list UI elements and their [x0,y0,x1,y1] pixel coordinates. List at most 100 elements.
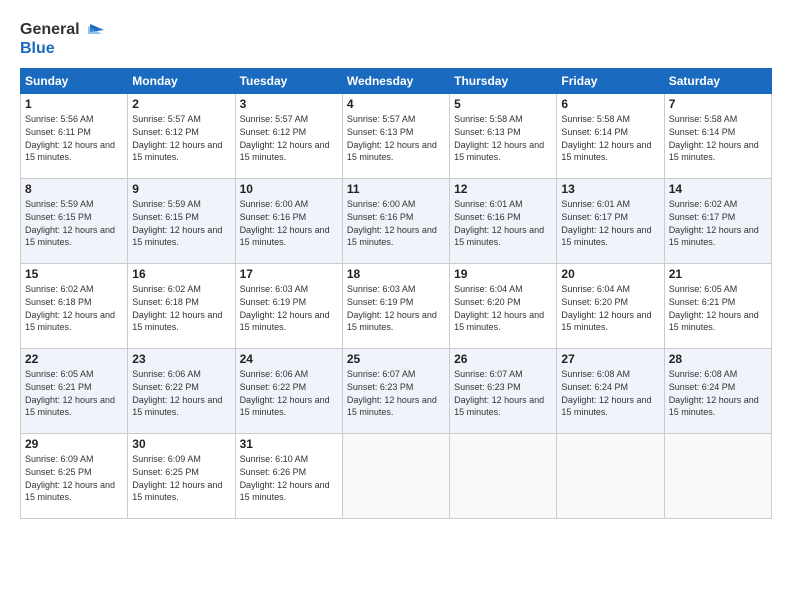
day-number: 5 [454,97,552,111]
calendar-cell: 22 Sunrise: 6:05 AMSunset: 6:21 PMDayligh… [21,349,128,434]
day-info: Sunrise: 5:59 AMSunset: 6:15 PMDaylight:… [25,198,123,248]
day-info: Sunrise: 6:02 AMSunset: 6:17 PMDaylight:… [669,198,767,248]
calendar-cell [342,434,449,519]
calendar-week-4: 22 Sunrise: 6:05 AMSunset: 6:21 PMDayligh… [21,349,772,434]
header-area: General Blue [20,15,772,58]
calendar-cell: 2Sunrise: 5:57 AMSunset: 6:12 PMDaylight… [128,94,235,179]
day-number: 31 [240,437,338,451]
day-info: Sunrise: 6:08 AMSunset: 6:24 PMDaylight:… [669,368,767,418]
day-info: Sunrise: 6:06 AMSunset: 6:22 PMDaylight:… [240,368,338,418]
calendar-cell: 24 Sunrise: 6:06 AMSunset: 6:22 PMDayligh… [235,349,342,434]
day-number: 30 [132,437,230,451]
calendar-cell: 16 Sunrise: 6:02 AMSunset: 6:18 PMDayligh… [128,264,235,349]
calendar-cell: 7 Sunrise: 5:58 AMSunset: 6:14 PMDaylight… [664,94,771,179]
weekday-header-tuesday: Tuesday [235,69,342,94]
day-number: 2 [132,97,230,111]
calendar-cell: 17Sunrise: 6:03 AMSunset: 6:19 PMDayligh… [235,264,342,349]
day-number: 19 [454,267,552,281]
logo-bird-icon [82,22,104,38]
page: General Blue SundayMondayTuesdayWednesda… [0,0,792,612]
calendar-cell: 21 Sunrise: 6:05 AMSunset: 6:21 PMDayligh… [664,264,771,349]
calendar-cell: 25 Sunrise: 6:07 AMSunset: 6:23 PMDayligh… [342,349,449,434]
day-number: 1 [25,97,123,111]
calendar-cell: 29 Sunrise: 6:09 AMSunset: 6:25 PMDayligh… [21,434,128,519]
day-info: Sunrise: 6:10 AMSunset: 6:26 PMDaylight:… [240,453,338,503]
calendar-cell: 18Sunrise: 6:03 AMSunset: 6:19 PMDayligh… [342,264,449,349]
day-info: Sunrise: 6:02 AMSunset: 6:18 PMDaylight:… [25,283,123,333]
day-number: 7 [669,97,767,111]
day-info: Sunrise: 6:06 AMSunset: 6:22 PMDaylight:… [132,368,230,418]
day-number: 22 [25,352,123,366]
day-info: Sunrise: 5:59 AMSunset: 6:15 PMDaylight:… [132,198,230,248]
calendar-week-3: 15Sunrise: 6:02 AMSunset: 6:18 PMDayligh… [21,264,772,349]
calendar-cell: 28 Sunrise: 6:08 AMSunset: 6:24 PMDayligh… [664,349,771,434]
day-info: Sunrise: 6:02 AMSunset: 6:18 PMDaylight:… [132,283,230,333]
weekday-header-wednesday: Wednesday [342,69,449,94]
calendar-cell: 23 Sunrise: 6:06 AMSunset: 6:22 PMDayligh… [128,349,235,434]
day-info: Sunrise: 6:05 AMSunset: 6:21 PMDaylight:… [669,283,767,333]
day-info: Sunrise: 6:07 AMSunset: 6:23 PMDaylight:… [347,368,445,418]
calendar-cell: 31 Sunrise: 6:10 AMSunset: 6:26 PMDayligh… [235,434,342,519]
day-number: 26 [454,352,552,366]
weekday-header-monday: Monday [128,69,235,94]
day-info: Sunrise: 6:08 AMSunset: 6:24 PMDaylight:… [561,368,659,418]
calendar-cell: 20 Sunrise: 6:04 AMSunset: 6:20 PMDayligh… [557,264,664,349]
day-number: 8 [25,182,123,196]
day-number: 13 [561,182,659,196]
day-number: 23 [132,352,230,366]
calendar-cell: 11Sunrise: 6:00 AMSunset: 6:16 PMDayligh… [342,179,449,264]
calendar-cell [664,434,771,519]
day-info: Sunrise: 6:05 AMSunset: 6:21 PMDaylight:… [25,368,123,418]
day-info: Sunrise: 6:04 AMSunset: 6:20 PMDaylight:… [454,283,552,333]
logo: General Blue [20,20,104,58]
day-info: Sunrise: 5:58 AMSunset: 6:13 PMDaylight:… [454,113,552,163]
day-info: Sunrise: 6:04 AMSunset: 6:20 PMDaylight:… [561,283,659,333]
day-info: Sunrise: 5:57 AMSunset: 6:12 PMDaylight:… [240,113,338,163]
calendar-cell: 27 Sunrise: 6:08 AMSunset: 6:24 PMDayligh… [557,349,664,434]
day-info: Sunrise: 6:00 AMSunset: 6:16 PMDaylight:… [347,198,445,248]
day-info: Sunrise: 6:01 AMSunset: 6:17 PMDaylight:… [561,198,659,248]
day-info: Sunrise: 5:58 AMSunset: 6:14 PMDaylight:… [561,113,659,163]
day-info: Sunrise: 6:07 AMSunset: 6:23 PMDaylight:… [454,368,552,418]
weekday-header-sunday: Sunday [21,69,128,94]
calendar-table: SundayMondayTuesdayWednesdayThursdayFrid… [20,68,772,519]
day-number: 20 [561,267,659,281]
day-info: Sunrise: 6:01 AMSunset: 6:16 PMDaylight:… [454,198,552,248]
calendar-week-5: 29 Sunrise: 6:09 AMSunset: 6:25 PMDayligh… [21,434,772,519]
calendar-cell: 9Sunrise: 5:59 AMSunset: 6:15 PMDaylight… [128,179,235,264]
day-number: 28 [669,352,767,366]
calendar-header-row: SundayMondayTuesdayWednesdayThursdayFrid… [21,69,772,94]
calendar-cell: 8 Sunrise: 5:59 AMSunset: 6:15 PMDaylight… [21,179,128,264]
calendar-cell: 12 Sunrise: 6:01 AMSunset: 6:16 PMDayligh… [450,179,557,264]
day-info: Sunrise: 6:09 AMSunset: 6:25 PMDaylight:… [25,453,123,503]
weekday-header-friday: Friday [557,69,664,94]
day-number: 4 [347,97,445,111]
day-number: 21 [669,267,767,281]
day-number: 25 [347,352,445,366]
logo-general: General [20,20,80,39]
day-number: 18 [347,267,445,281]
calendar-cell: 5 Sunrise: 5:58 AMSunset: 6:13 PMDaylight… [450,94,557,179]
calendar-cell: 13 Sunrise: 6:01 AMSunset: 6:17 PMDayligh… [557,179,664,264]
day-info: Sunrise: 5:58 AMSunset: 6:14 PMDaylight:… [669,113,767,163]
day-number: 10 [240,182,338,196]
day-number: 27 [561,352,659,366]
calendar-cell: 19 Sunrise: 6:04 AMSunset: 6:20 PMDayligh… [450,264,557,349]
calendar-week-1: 1 Sunrise: 5:56 AMSunset: 6:11 PMDaylight… [21,94,772,179]
logo-blue: Blue [20,39,104,58]
day-number: 3 [240,97,338,111]
day-number: 12 [454,182,552,196]
day-number: 24 [240,352,338,366]
calendar-cell: 14 Sunrise: 6:02 AMSunset: 6:17 PMDayligh… [664,179,771,264]
day-number: 6 [561,97,659,111]
day-info: Sunrise: 6:00 AMSunset: 6:16 PMDaylight:… [240,198,338,248]
day-number: 16 [132,267,230,281]
weekday-header-thursday: Thursday [450,69,557,94]
calendar-cell [450,434,557,519]
day-number: 14 [669,182,767,196]
day-number: 29 [25,437,123,451]
calendar-cell [557,434,664,519]
calendar-cell: 10 Sunrise: 6:00 AMSunset: 6:16 PMDayligh… [235,179,342,264]
day-info: Sunrise: 5:56 AMSunset: 6:11 PMDaylight:… [25,113,123,163]
calendar-cell: 3 Sunrise: 5:57 AMSunset: 6:12 PMDaylight… [235,94,342,179]
